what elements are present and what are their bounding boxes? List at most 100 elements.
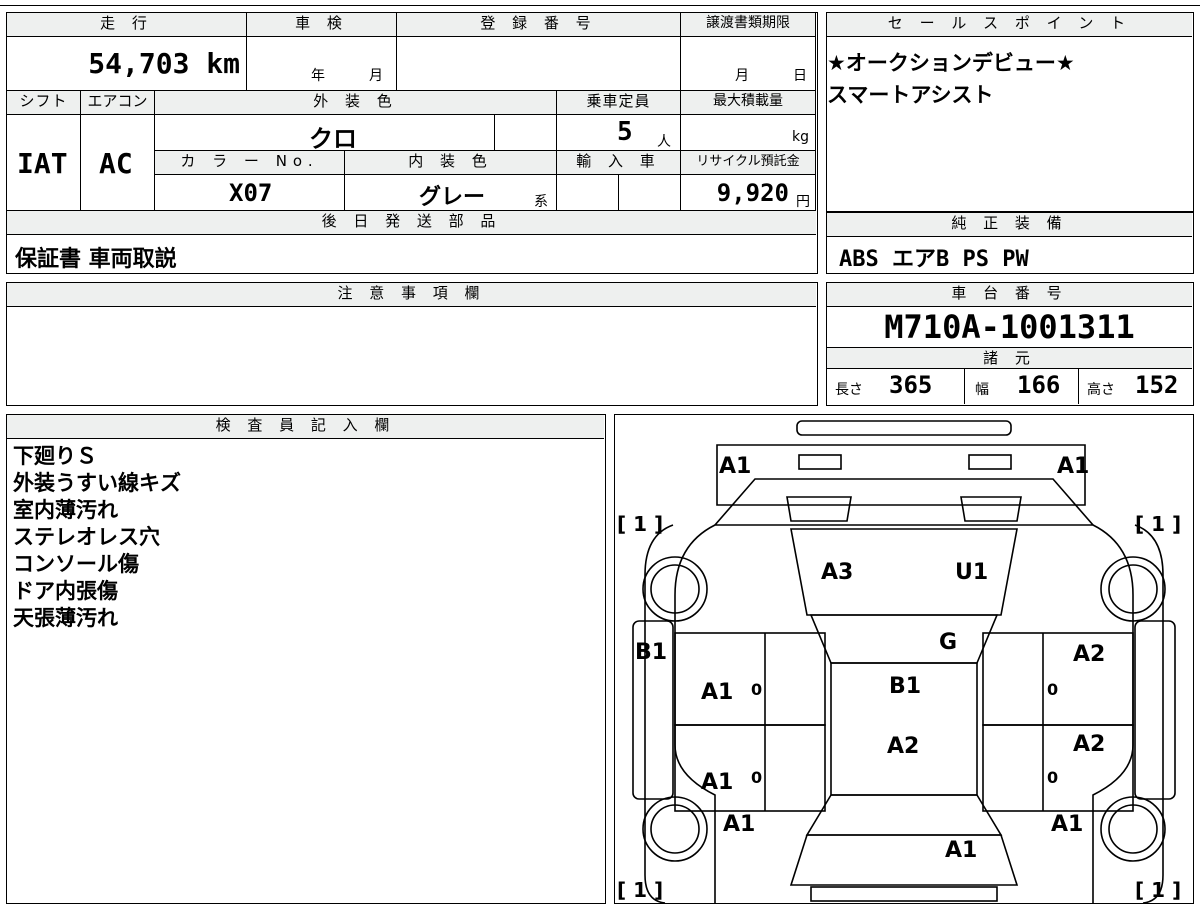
mark-cabin-a2: A2: [887, 734, 919, 759]
spec-height-cell: 高さ 152: [1079, 369, 1192, 404]
max-load-cell: kg: [681, 115, 816, 151]
inspection-cell: 年 月: [247, 37, 397, 91]
deadline-month-unit: 月: [735, 68, 749, 84]
front-panel-shape: [716, 444, 1086, 506]
wiper-left-shape: [786, 496, 852, 522]
color-no-value: X07: [229, 179, 273, 207]
zero-left-front: 0: [751, 680, 762, 699]
interior-color-header: 内 装 色: [345, 151, 557, 175]
equipment-value: ABS エアB PS PW: [839, 247, 1029, 272]
spec-length-label: 長さ: [835, 382, 863, 398]
bracket-rear-right: [ 1 ]: [1135, 878, 1181, 902]
mark-front-right-a1: A1: [1057, 454, 1089, 479]
chassis-box: 車 台 番 号 M710A-1001311 諸 元 長さ 365 幅 166 高…: [826, 282, 1194, 406]
mark-roof-g: G: [939, 630, 957, 655]
inspector-line: ステレオレス穴: [13, 525, 160, 549]
inspector-line: 下廻りＳ: [13, 444, 97, 468]
inspector-line: 天張薄汚れ: [13, 606, 118, 630]
later-parts-header: 後 日 発 送 部 品: [7, 211, 816, 235]
interior-color-suffix: 系: [534, 194, 548, 210]
rear-hatch-shape: [789, 834, 1019, 886]
right-side-sill-shape: [1134, 620, 1176, 800]
recycle-fee-unit: 円: [796, 194, 810, 210]
spec-length-value: 365: [889, 371, 933, 399]
mileage-cell: 54,703 km: [7, 37, 247, 91]
wheel-rear-left-inner: [650, 804, 700, 854]
spec-length-cell: 長さ 365: [827, 369, 965, 404]
mark-left-front-door-a1: A1: [701, 680, 733, 705]
recycle-fee-header: リサイクル預託金: [681, 151, 816, 175]
aircon-value: AC: [99, 147, 133, 180]
mark-right-front-door-a2: A2: [1073, 642, 1105, 667]
mark-windshield-u1: U1: [955, 560, 988, 585]
rear-bumper-shape: [810, 886, 998, 902]
wheel-rear-right-inner: [1108, 804, 1158, 854]
capacity-cell: 5 人: [557, 115, 681, 151]
vehicle-info-box: 走 行 車 検 登 録 番 号 譲渡書類期限 54,703 km 年 月 月 日…: [6, 12, 818, 274]
later-parts-value: 保証書 車両取説: [15, 247, 177, 272]
inspector-header: 検 査 員 記 入 欄: [7, 415, 604, 439]
spec-width-label: 幅: [975, 382, 989, 398]
interior-color-value: グレー: [419, 185, 486, 210]
sales-point-header: セ ー ル ス ポ イ ン ト: [827, 13, 1192, 37]
interior-color-cell: グレー 系: [345, 175, 557, 211]
bracket-rear-left: [ 1 ]: [617, 878, 663, 902]
car-diagram-box: A1 A1 A3 U1 G B1 A2 B1 A1 A2 A2 A1 A1 A1…: [614, 414, 1194, 904]
chassis-header: 車 台 番 号: [827, 283, 1192, 307]
wiper-right-shape: [960, 496, 1022, 522]
recycle-fee-cell: 9,920 円: [681, 175, 816, 211]
shift-cell: IAT: [7, 115, 81, 211]
color-no-cell: X07: [155, 175, 345, 211]
headlight-left-shape: [798, 454, 842, 470]
exterior-color-extra-cell: [495, 115, 557, 151]
inspection-month-unit: 月: [369, 68, 383, 84]
import-cell-b: [619, 175, 681, 211]
mark-front-left-a1: A1: [719, 454, 751, 479]
inspector-line: 室内薄汚れ: [13, 498, 118, 522]
import-header: 輸 入 車: [557, 151, 681, 175]
shift-value: IAT: [17, 147, 68, 180]
left-front-door-shape: [674, 632, 826, 726]
sales-point-line-2: スマートアシスト: [827, 83, 994, 107]
color-no-header: カ ラ ー No.: [155, 151, 345, 175]
exterior-color-header: 外 装 色: [155, 91, 557, 115]
sales-point-line-1: ★オークションデビュー★: [827, 51, 1075, 75]
sales-point-box: セ ー ル ス ポ イ ン ト ★オークションデビュー★ スマートアシスト: [826, 12, 1194, 212]
notes-box: 注 意 事 項 欄: [6, 282, 818, 406]
mark-rear-left-a1: A1: [723, 812, 755, 837]
aircon-cell: AC: [81, 115, 155, 211]
headlight-right-shape: [968, 454, 1012, 470]
mark-cabin-b1: B1: [889, 674, 921, 699]
mark-left-rear-door-a1: A1: [701, 770, 733, 795]
inspector-line: ドア内張傷: [13, 579, 118, 603]
inspection-header: 車 検: [247, 13, 397, 37]
capacity-header: 乗車定員: [557, 91, 681, 115]
top-strip: [0, 0, 1200, 6]
mark-rear-a1: A1: [945, 838, 977, 863]
right-front-door-shape: [982, 632, 1134, 726]
specs-header: 諸 元: [827, 347, 1192, 369]
mark-right-rear-door-a2: A2: [1073, 732, 1105, 757]
bracket-front-right: [ 1 ]: [1135, 512, 1181, 536]
zero-right-front: 0: [1047, 680, 1058, 699]
bracket-front-left: [ 1 ]: [617, 512, 663, 536]
transfer-deadline-cell: 月 日: [681, 37, 816, 91]
import-cell-a: [557, 175, 619, 211]
inspector-lines: 下廻りＳ 外装うすい線キズ 室内薄汚れ ステレオレス穴 コンソール傷 ドア内張傷…: [13, 443, 181, 632]
shift-header: シフト: [7, 91, 81, 115]
inspector-box: 検 査 員 記 入 欄 下廻りＳ 外装うすい線キズ 室内薄汚れ ステレオレス穴 …: [6, 414, 606, 904]
transfer-deadline-header: 譲渡書類期限: [681, 13, 816, 37]
equipment-box: 純 正 装 備 ABS エアB PS PW: [826, 212, 1194, 274]
fender-right-shape: [1092, 524, 1134, 903]
equipment-header: 純 正 装 備: [827, 213, 1192, 237]
inspector-line: コンソール傷: [13, 552, 139, 576]
max-load-header: 最大積載量: [681, 91, 816, 115]
capacity-value: 5: [617, 117, 633, 147]
mark-rear-right-a1: A1: [1051, 812, 1083, 837]
chassis-number: M710A-1001311: [884, 308, 1135, 346]
fender-left-shape: [674, 524, 716, 903]
registration-cell: [397, 37, 681, 91]
hood-shape: [713, 478, 1095, 526]
max-load-unit: kg: [792, 129, 809, 145]
recycle-fee-value: 9,920: [716, 179, 789, 207]
